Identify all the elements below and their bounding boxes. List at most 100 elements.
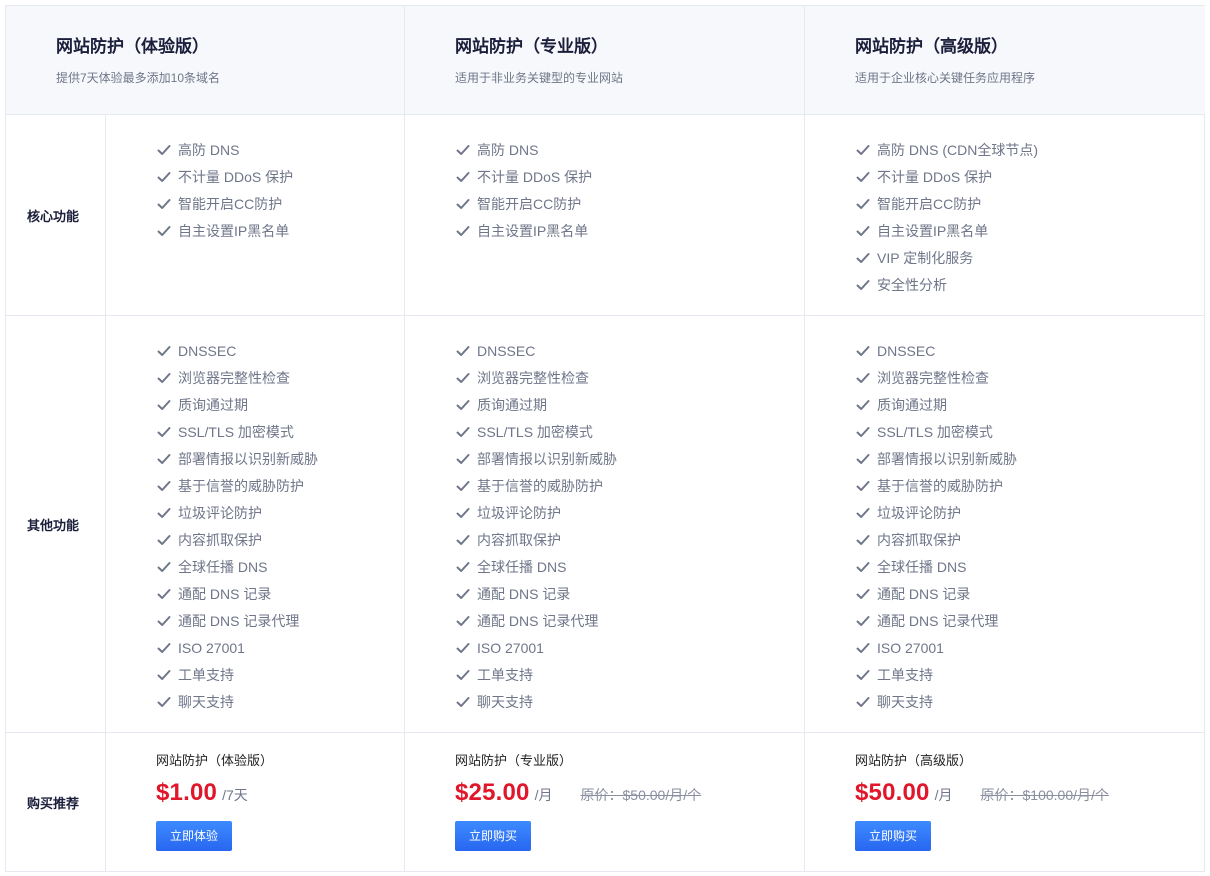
feature-text: 智能开启CC防护: [477, 195, 582, 212]
plan-title: 网站防护（专业版）: [455, 37, 608, 56]
check-icon: [156, 424, 172, 440]
check-icon: [855, 424, 871, 440]
plan-description: 提供7天体验最多添加10条域名: [56, 71, 221, 85]
feature-item: DNSSEC: [156, 337, 404, 364]
check-icon: [855, 667, 871, 683]
feature-text: SSL/TLS 加密模式: [477, 423, 593, 440]
feature-text: 部署情报以识别新威胁: [877, 450, 1017, 467]
feature-item: 安全性分析: [855, 271, 1205, 298]
check-icon: [455, 505, 471, 521]
feature-text: 部署情报以识别新威胁: [477, 450, 617, 467]
feature-text: SSL/TLS 加密模式: [178, 423, 294, 440]
core-features-pro: 高防 DNS 不计量 DDoS 保护 智能开启CC防护 自主设置IP黑名单: [405, 115, 805, 316]
feature-text: 垃圾评论防护: [477, 504, 561, 521]
row-label-other: 其他功能: [6, 316, 106, 733]
feature-text: 工单支持: [477, 666, 533, 683]
feature-item: 质询通过期: [855, 391, 1205, 418]
check-icon: [855, 196, 871, 212]
check-icon: [455, 169, 471, 185]
feature-text: 通配 DNS 记录: [178, 585, 272, 602]
feature-item: 基于信誉的威胁防护: [855, 472, 1205, 499]
other-features-pro: DNSSEC 浏览器完整性检查 质询通过期 SSL/TLS 加密模式 部署情报以识别新威…: [405, 316, 805, 733]
check-icon: [156, 667, 172, 683]
feature-text: 通配 DNS 记录代理: [877, 612, 999, 629]
check-icon: [855, 586, 871, 602]
feature-text: 智能开启CC防护: [178, 195, 283, 212]
feature-item: 自主设置IP黑名单: [855, 217, 1205, 244]
feature-item: 垃圾评论防护: [855, 499, 1205, 526]
feature-item: 高防 DNS (CDN全球节点): [855, 136, 1205, 163]
check-icon: [455, 613, 471, 629]
check-icon: [455, 370, 471, 386]
check-icon: [455, 478, 471, 494]
check-icon: [855, 277, 871, 293]
check-icon: [156, 532, 172, 548]
feature-item: SSL/TLS 加密模式: [455, 418, 804, 445]
plan-description: 适用于企业核心关键任务应用程序: [855, 71, 1036, 85]
feature-item: DNSSEC: [455, 337, 804, 364]
feature-item: 浏览器完整性检查: [855, 364, 1205, 391]
check-icon: [455, 640, 471, 656]
check-icon: [855, 505, 871, 521]
check-icon: [855, 478, 871, 494]
feature-item: 垃圾评论防护: [455, 499, 804, 526]
feature-item: 垃圾评论防护: [156, 499, 404, 526]
check-icon: [455, 451, 471, 467]
feature-list: DNSSEC 浏览器完整性检查质询通过期 SSL/TLS 加密模式部署情报以识别新威…: [106, 316, 404, 715]
check-icon: [156, 397, 172, 413]
feature-item: 质询通过期: [156, 391, 404, 418]
feature-item: 高防 DNS: [455, 136, 804, 163]
price-line: $25.00 /月 原价：$50.00/月/个: [455, 779, 804, 809]
row-label-buy: 购买推荐: [6, 733, 106, 872]
core-features-trial: 高防 DNS 不计量 DDoS 保护 智能开启CC防护 自主设置IP黑名单: [106, 115, 405, 316]
feature-item: 内容抓取保护: [156, 526, 404, 553]
feature-item: ISO 27001: [855, 634, 1205, 661]
feature-item: 通配 DNS 记录: [855, 580, 1205, 607]
check-icon: [455, 397, 471, 413]
check-icon: [855, 250, 871, 266]
row-label-core: 核心功能: [6, 115, 106, 316]
feature-text: VIP 定制化服务: [877, 249, 974, 266]
check-icon: [455, 196, 471, 212]
check-icon: [855, 169, 871, 185]
check-icon: [455, 424, 471, 440]
feature-item: 智能开启CC防护: [455, 190, 804, 217]
buy-now-button[interactable]: 立即购买: [455, 821, 532, 851]
feature-item: 部署情报以识别新威胁: [156, 445, 404, 472]
check-icon: [156, 142, 172, 158]
check-icon: [156, 196, 172, 212]
feature-text: 全球任播 DNS: [877, 558, 967, 575]
feature-item: 智能开启CC防护: [855, 190, 1205, 217]
feature-item: 自主设置IP黑名单: [156, 217, 404, 244]
feature-text: 智能开启CC防护: [877, 195, 982, 212]
price-unit: /月: [534, 787, 553, 803]
feature-item: 高防 DNS: [156, 136, 404, 163]
feature-item: 浏览器完整性检查: [455, 364, 804, 391]
feature-text: 高防 DNS: [477, 141, 539, 158]
price: $1.00: [156, 779, 218, 806]
feature-text: ISO 27001: [877, 639, 944, 656]
original-price: 原价：$50.00/月/个: [580, 787, 702, 803]
feature-text: 高防 DNS (CDN全球节点): [877, 141, 1038, 158]
feature-item: 不计量 DDoS 保护: [455, 163, 804, 190]
check-icon: [455, 667, 471, 683]
feature-text: 聊天支持: [178, 693, 234, 710]
plan-description: 适用于非业务关键型的专业网站: [455, 71, 624, 85]
feature-text: 垃圾评论防护: [877, 504, 961, 521]
original-price: 原价：$100.00/月/个: [980, 787, 1109, 803]
check-icon: [156, 640, 172, 656]
price-unit: /月: [934, 787, 953, 803]
feature-item: 基于信誉的威胁防护: [156, 472, 404, 499]
check-icon: [156, 370, 172, 386]
feature-text: 通配 DNS 记录代理: [178, 612, 300, 629]
price-unit: /7天: [222, 787, 248, 803]
feature-item: 聊天支持: [156, 688, 404, 715]
buy-now-button[interactable]: 立即购买: [855, 821, 932, 851]
feature-item: 工单支持: [156, 661, 404, 688]
check-icon: [855, 451, 871, 467]
feature-text: 通配 DNS 记录: [477, 585, 571, 602]
feature-text: 通配 DNS 记录代理: [477, 612, 599, 629]
feature-text: 浏览器完整性检查: [178, 369, 290, 386]
buy-pro: 网站防护（专业版） $25.00 /月 原价：$50.00/月/个 立即购买: [405, 733, 805, 872]
try-now-button[interactable]: 立即体验: [156, 821, 233, 851]
